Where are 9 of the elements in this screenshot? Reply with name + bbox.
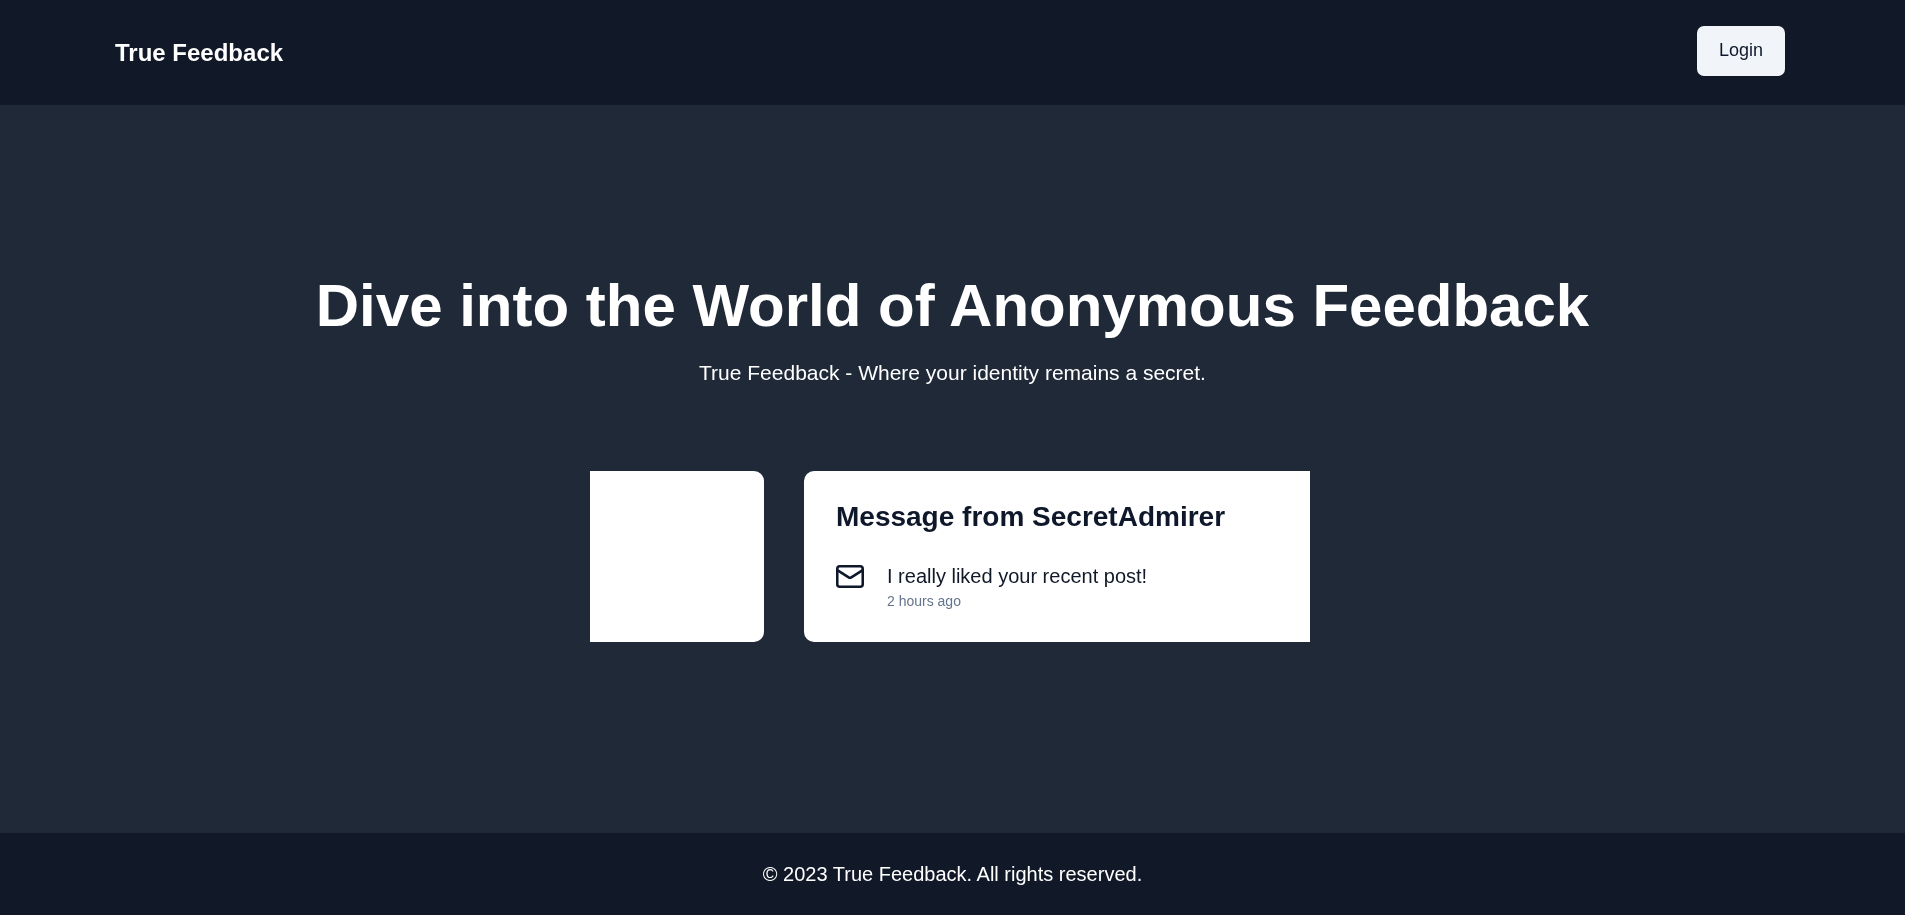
message-text: I really liked your recent post! <box>887 564 1148 589</box>
message-title: Message from SecretAdmirer <box>836 500 1227 534</box>
login-button[interactable]: Login <box>1697 25 1785 76</box>
hero-headline: Dive into the World of Anonymous Feedback <box>315 271 1590 341</box>
hero-subtitle: True Feedback - Where your identity remains a secret. <box>699 360 1206 386</box>
message-time: 2 hours ago <box>887 592 962 611</box>
mail-icon <box>836 565 864 588</box>
copyright-text: © 2023 True Feedback. All rights reserved. <box>762 862 1143 887</box>
site-logo[interactable]: True Feedback <box>115 37 284 68</box>
